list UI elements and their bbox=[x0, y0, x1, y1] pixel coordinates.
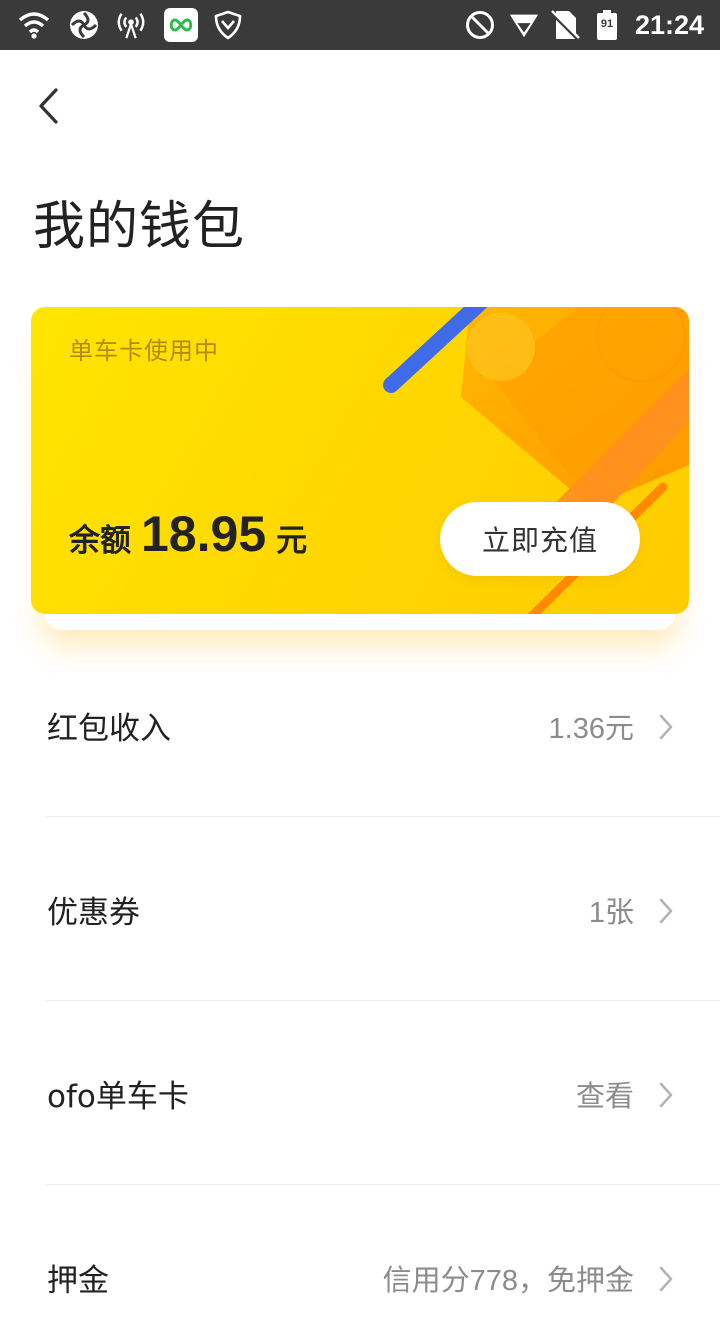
recharge-button[interactable]: 立即充值 bbox=[440, 502, 640, 576]
clock: 21:24 bbox=[634, 10, 704, 40]
divider bbox=[46, 816, 720, 817]
chevron-right-icon bbox=[659, 1266, 673, 1292]
chevron-right-icon bbox=[659, 898, 673, 924]
list-item-red-packet[interactable]: 红包收入 1.36元 bbox=[0, 677, 720, 777]
balance-unit: 元 bbox=[276, 523, 308, 559]
status-bar: 91 21:24 bbox=[0, 0, 720, 50]
list-item-deposit[interactable]: 押金 信用分778，免押金 bbox=[0, 1229, 720, 1329]
battery-level: 91 bbox=[600, 18, 614, 30]
signal-icon bbox=[508, 9, 540, 41]
chevron-left-icon bbox=[39, 88, 58, 124]
list-item-value: 信用分778，免押金 bbox=[382, 1265, 634, 1297]
hotspot-icon bbox=[115, 9, 147, 41]
divider bbox=[46, 1184, 720, 1185]
wallet-card: 单车卡使用中 余额 18.95 元 立即充值 bbox=[31, 307, 689, 614]
list-item-value: 查看 bbox=[575, 1081, 634, 1113]
divider bbox=[46, 1000, 720, 1001]
list-item-value: 1张 bbox=[588, 897, 634, 929]
list-item-label: ofo单车卡 bbox=[47, 1079, 189, 1115]
list-item-value: 1.36元 bbox=[548, 713, 634, 745]
chevron-right-icon bbox=[659, 1082, 673, 1108]
back-button[interactable] bbox=[28, 82, 68, 130]
list-item-label: 红包收入 bbox=[47, 711, 171, 747]
chevron-right-icon bbox=[659, 714, 673, 740]
balance-label: 余额 bbox=[69, 523, 131, 559]
list-item-label: 押金 bbox=[47, 1263, 109, 1299]
list-item-label: 优惠券 bbox=[47, 895, 140, 931]
list-item-bike-card[interactable]: ofo单车卡 查看 bbox=[0, 1045, 720, 1145]
do-not-disturb-icon bbox=[464, 9, 496, 41]
shield-icon bbox=[212, 9, 244, 41]
balance: 余额 18.95 元 bbox=[69, 505, 307, 563]
vpn-icon bbox=[68, 9, 100, 41]
card-status: 单车卡使用中 bbox=[69, 337, 219, 365]
list-item-coupons[interactable]: 优惠券 1张 bbox=[0, 861, 720, 961]
balance-value: 18.95 bbox=[141, 506, 267, 562]
no-sim-icon bbox=[549, 9, 581, 41]
wifi-icon bbox=[18, 9, 50, 41]
app-notification-icon bbox=[164, 8, 198, 42]
page-title: 我的钱包 bbox=[33, 197, 246, 257]
